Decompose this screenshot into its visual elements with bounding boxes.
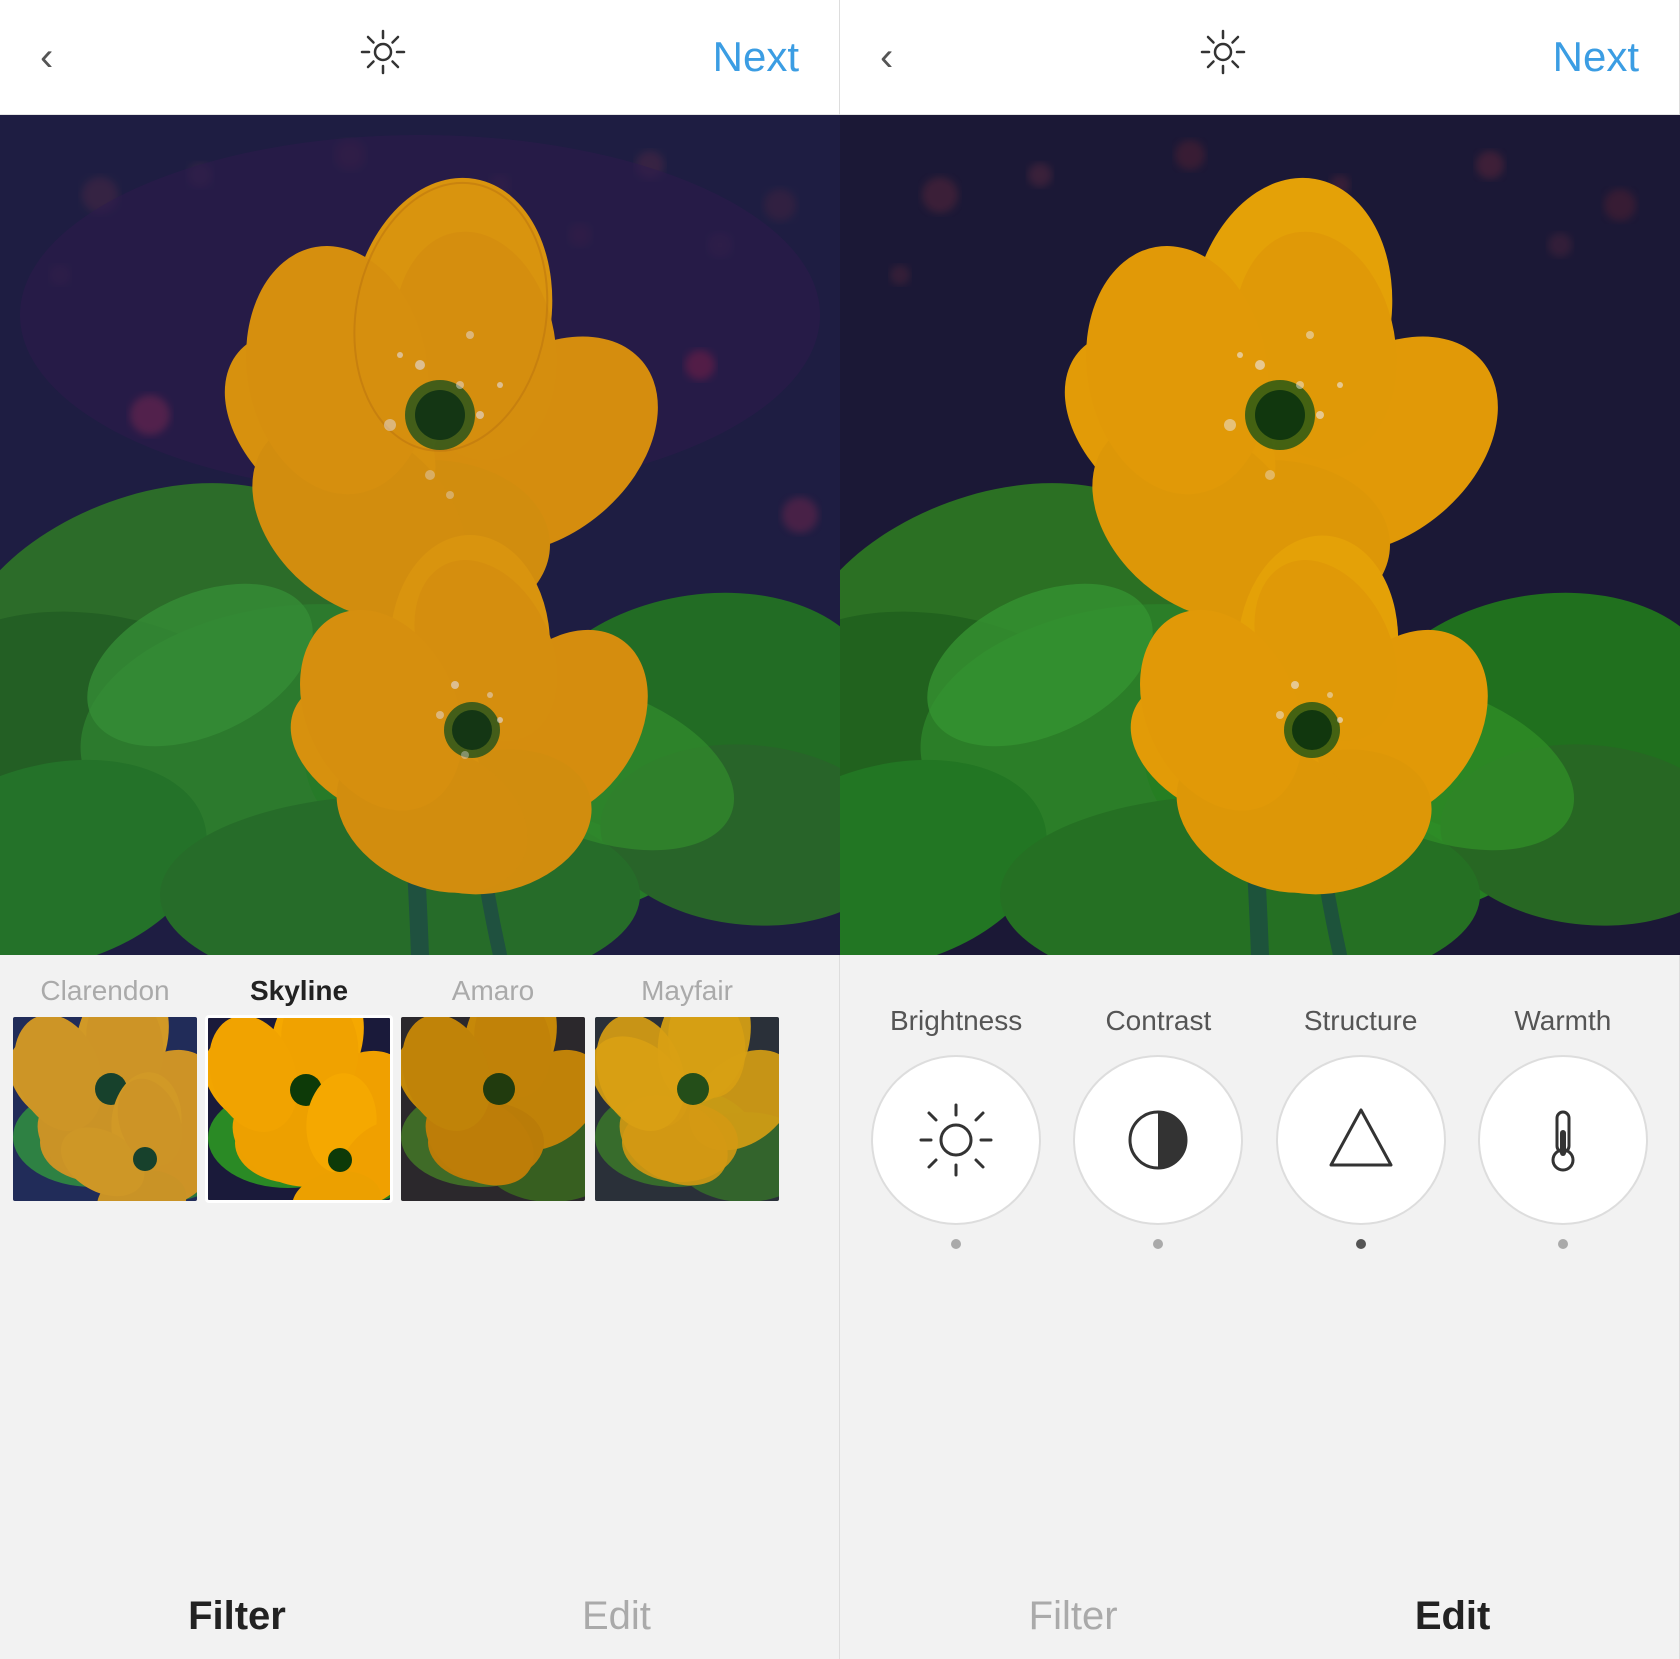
right-filter-tab[interactable]: Filter <box>1029 1594 1118 1639</box>
filter-amaro-label: Amaro <box>452 975 534 1007</box>
left-back-button[interactable]: ‹ <box>40 37 53 77</box>
edit-tool-structure[interactable]: Structure <box>1265 1005 1457 1249</box>
filter-clarendon-label: Clarendon <box>40 975 169 1007</box>
structure-icon <box>1321 1100 1401 1180</box>
left-brightness-icon <box>358 27 408 87</box>
right-bottom-panel: Brightness <box>840 955 1679 1659</box>
left-tab-row: Filter Edit <box>0 1564 839 1659</box>
left-next-button[interactable]: Next <box>713 33 799 81</box>
filter-item-clarendon[interactable]: Clarendon <box>10 975 200 1203</box>
contrast-dot <box>1153 1239 1163 1249</box>
right-panel: ‹ Next <box>840 0 1680 1659</box>
brightness-dot <box>951 1239 961 1249</box>
right-tab-row: Filter Edit <box>840 1564 1679 1659</box>
left-panel: ‹ Next <box>0 0 840 1659</box>
filter-skyline-label: Skyline <box>250 975 348 1007</box>
right-header: ‹ Next <box>840 0 1679 115</box>
brightness-icon <box>916 1100 996 1180</box>
brightness-circle[interactable] <box>871 1055 1041 1225</box>
warmth-circle[interactable] <box>1478 1055 1648 1225</box>
filter-item-amaro[interactable]: Amaro <box>398 975 588 1203</box>
contrast-icon <box>1118 1100 1198 1180</box>
filter-skyline-thumb[interactable] <box>205 1015 393 1203</box>
filter-mayfair-label: Mayfair <box>641 975 733 1007</box>
right-brightness-icon <box>1198 27 1248 87</box>
filter-mayfair-thumb[interactable] <box>593 1015 781 1203</box>
structure-label: Structure <box>1304 1005 1418 1037</box>
filter-clarendon-thumb[interactable] <box>11 1015 199 1203</box>
edit-tools-row: Brightness <box>840 975 1679 1259</box>
contrast-label: Contrast <box>1105 1005 1211 1037</box>
left-bottom-panel: Clarendon <box>0 955 839 1659</box>
filter-amaro-thumb[interactable] <box>399 1015 587 1203</box>
contrast-circle[interactable] <box>1073 1055 1243 1225</box>
left-filter-tab[interactable]: Filter <box>188 1594 286 1639</box>
edit-tool-warmth[interactable]: Warmth <box>1467 1005 1659 1249</box>
left-header: ‹ Next <box>0 0 839 115</box>
brightness-label: Brightness <box>890 1005 1022 1037</box>
filter-thumbnails: Clarendon <box>0 975 839 1203</box>
right-back-button[interactable]: ‹ <box>880 37 893 77</box>
filter-item-mayfair[interactable]: Mayfair <box>592 975 782 1203</box>
right-image-area <box>840 115 1680 955</box>
right-next-button[interactable]: Next <box>1553 33 1639 81</box>
right-edit-tab[interactable]: Edit <box>1415 1594 1491 1639</box>
warmth-icon <box>1523 1100 1603 1180</box>
left-image-area <box>0 115 840 955</box>
filter-item-skyline[interactable]: Skyline <box>204 975 394 1203</box>
warmth-label: Warmth <box>1514 1005 1611 1037</box>
warmth-dot <box>1558 1239 1568 1249</box>
edit-tool-brightness[interactable]: Brightness <box>860 1005 1052 1249</box>
edit-tool-contrast[interactable]: Contrast <box>1062 1005 1254 1249</box>
left-edit-tab[interactable]: Edit <box>582 1594 651 1639</box>
structure-circle[interactable] <box>1276 1055 1446 1225</box>
structure-dot <box>1356 1239 1366 1249</box>
